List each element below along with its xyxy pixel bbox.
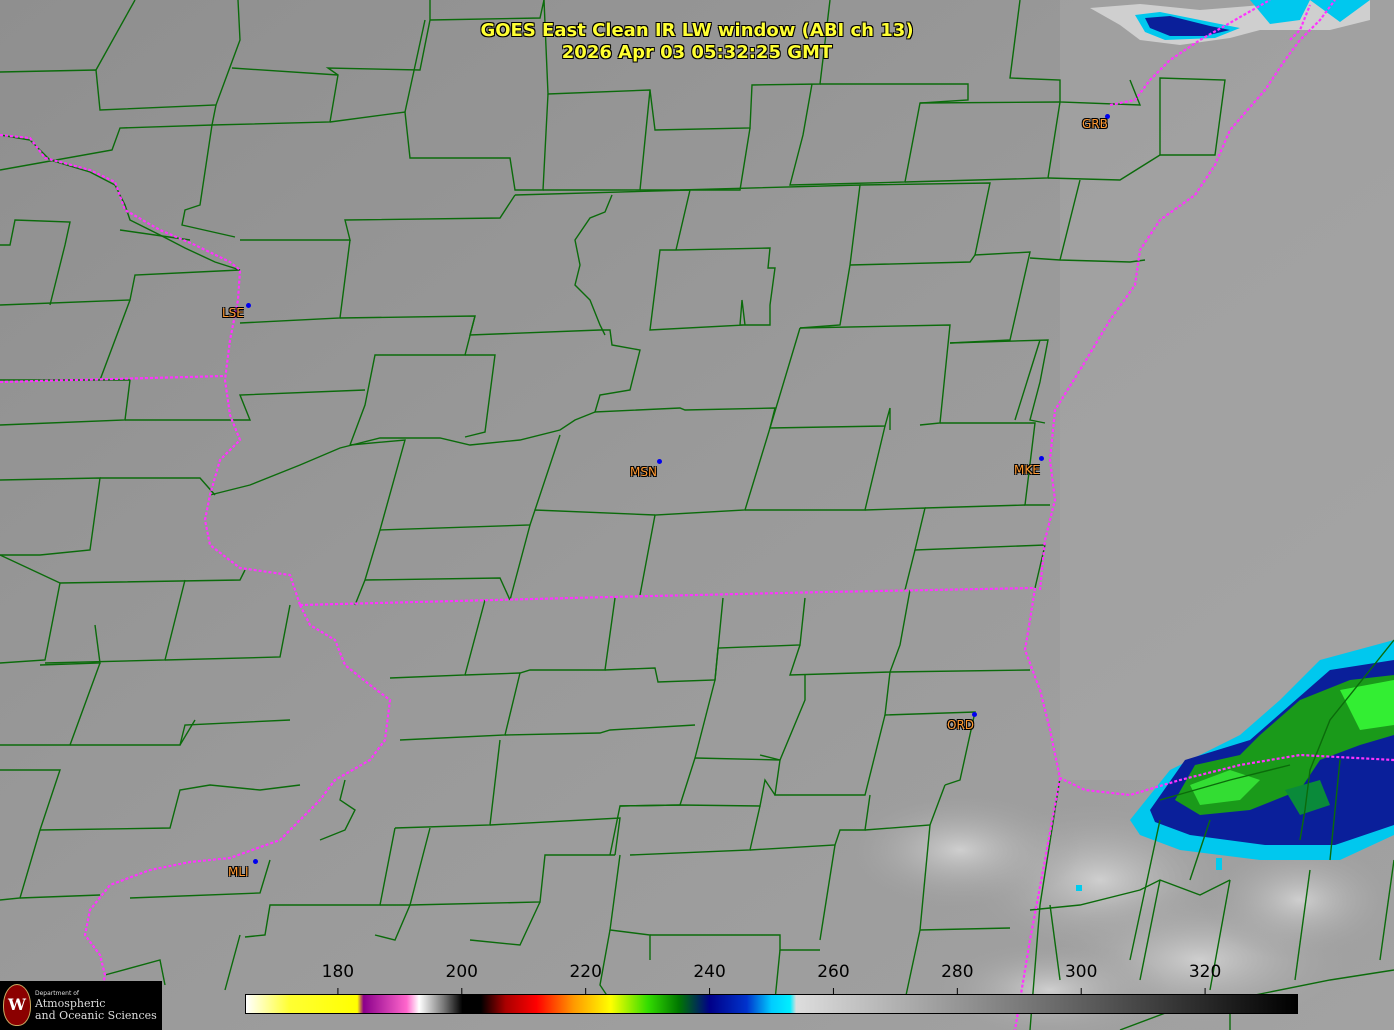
station-dot-lse	[246, 303, 251, 308]
colorbar-tick-label: 320	[1188, 962, 1222, 982]
colorbar-tick-label: 240	[693, 962, 726, 982]
uw-seal-icon: W	[3, 984, 31, 1026]
colorbar-tick-label: 220	[569, 962, 602, 982]
station-label-ord: ORD	[947, 718, 975, 732]
station-label-mke: MKE	[1014, 463, 1040, 477]
colorbar-tick-label: 200	[445, 962, 478, 982]
station-label-msn: MSN	[630, 465, 657, 479]
logo-dept: Department of	[35, 990, 79, 997]
logo-line2: and Oceanic Sciences	[35, 1009, 157, 1022]
map-title: GOES East Clean IR LW window (ABI ch 13)…	[0, 20, 1394, 64]
colorbar	[245, 994, 1298, 1014]
station-dot-msn	[657, 459, 662, 464]
colorbar-tick-label: 180	[321, 962, 355, 982]
title-timestamp: 2026 Apr 03 05:32:25 GMT	[561, 42, 833, 63]
colorbar-tick-label: 260	[817, 962, 850, 982]
satellite-map	[0, 0, 1394, 1030]
station-label-lse: LSE	[222, 306, 244, 320]
station-label-grb: GRB	[1082, 117, 1108, 131]
station-dot-mke	[1039, 456, 1044, 461]
title-product: GOES East Clean IR LW window (ABI ch 13)	[480, 20, 914, 41]
station-dot-ord	[972, 712, 977, 717]
aos-logo: W Department of Atmospheric and Oceanic …	[0, 981, 162, 1030]
colorbar-tick-label: 300	[1064, 962, 1098, 982]
station-dot-mli	[253, 859, 258, 864]
colorbar-tick-label: 280	[941, 962, 974, 982]
station-label-mli: MLI	[228, 865, 249, 879]
